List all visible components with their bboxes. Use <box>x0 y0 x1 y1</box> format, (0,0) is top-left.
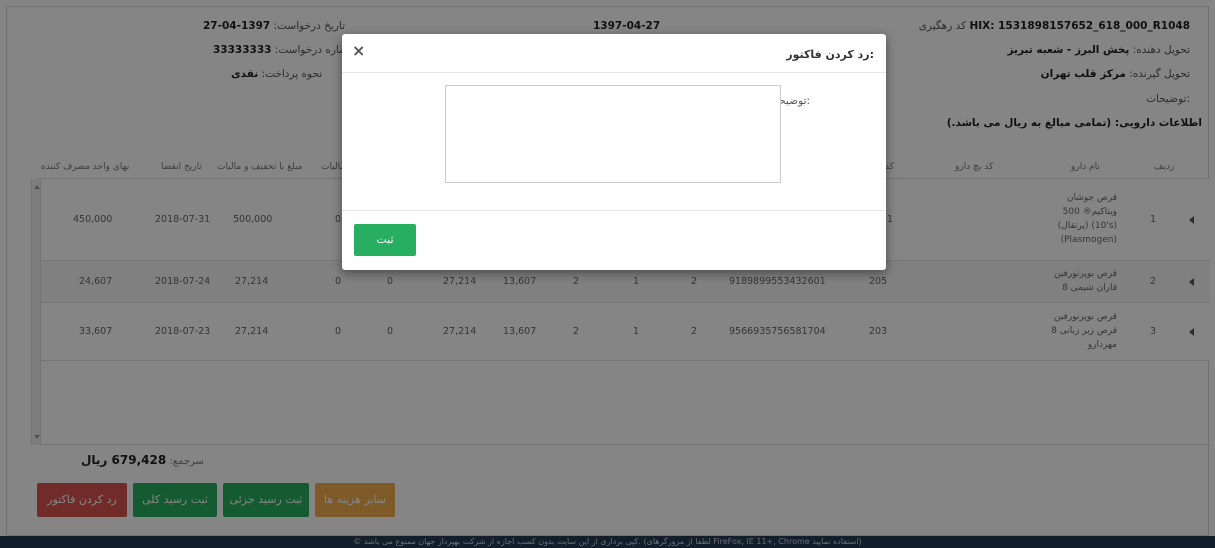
modal-footer: ثبت <box>342 210 886 270</box>
rejection-notes-field[interactable] <box>445 85 781 183</box>
modal-title: رد کردن فاکتور: <box>786 48 874 61</box>
modal-header: رد کردن فاکتور: × <box>342 34 886 73</box>
reject-invoice-modal: رد کردن فاکتور: × *توضیحات: ثبت <box>342 34 886 270</box>
submit-button[interactable]: ثبت <box>354 224 416 256</box>
close-icon[interactable]: × <box>352 43 365 59</box>
